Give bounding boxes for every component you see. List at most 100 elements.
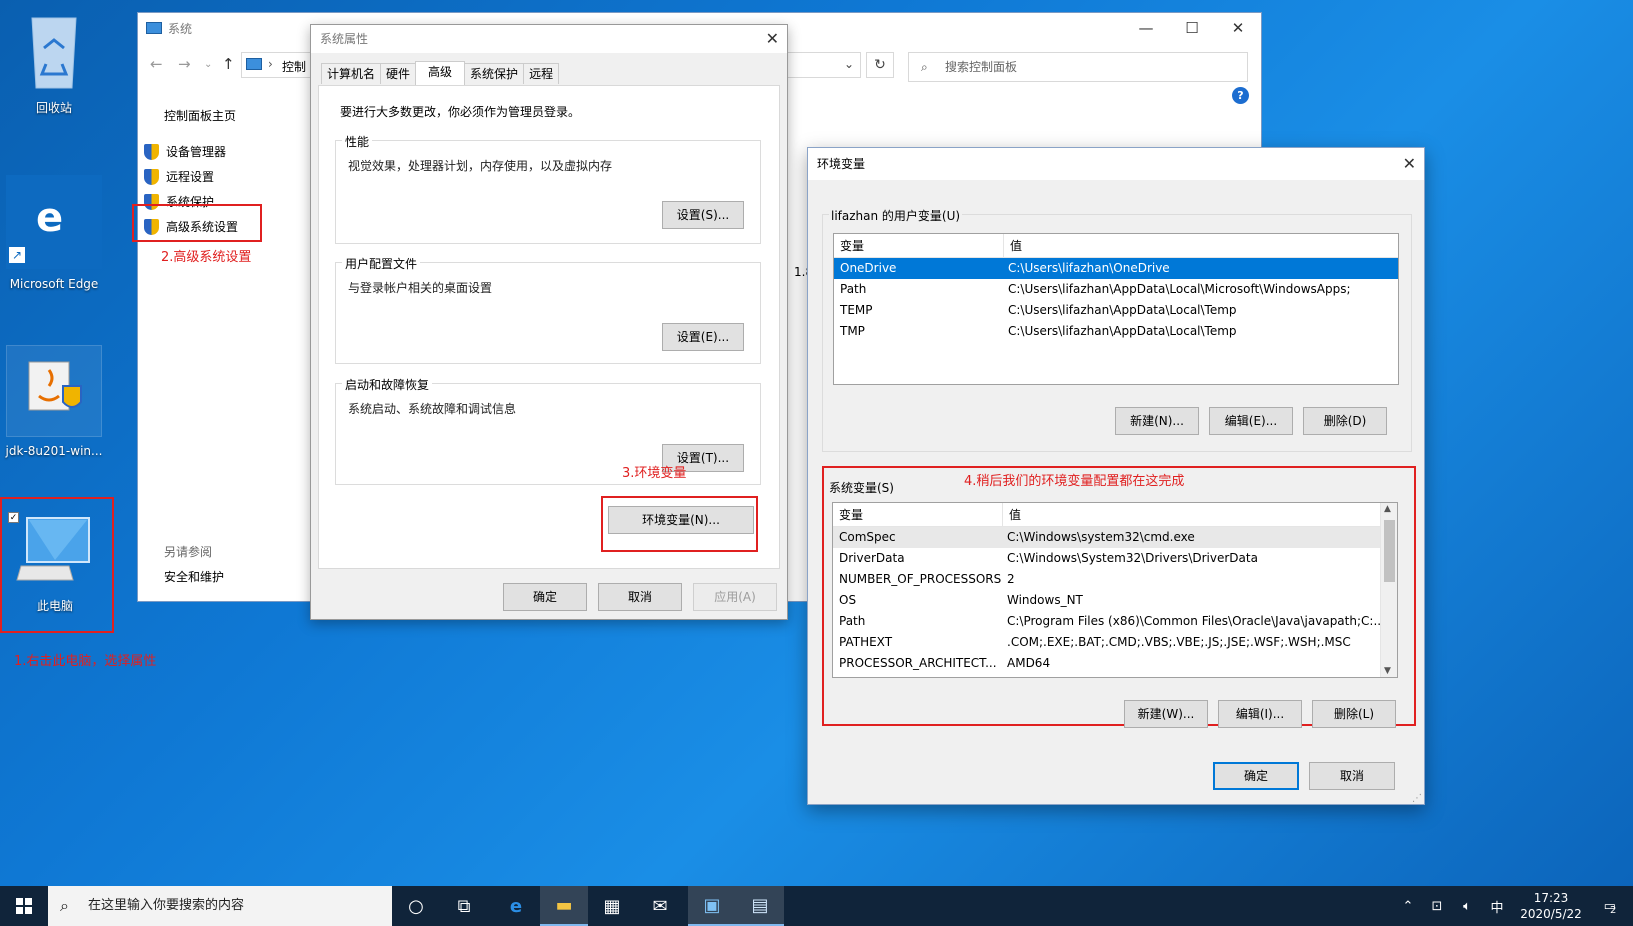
table-row[interactable]: Path C:\Program Files (x86)\Common Files… xyxy=(833,611,1380,632)
scroll-thumb[interactable] xyxy=(1384,520,1395,582)
forward-arrow-icon[interactable]: → xyxy=(178,55,191,73)
close-icon[interactable]: ✕ xyxy=(1403,154,1416,173)
column-header-variable[interactable]: 变量 xyxy=(834,234,1004,257)
table-row[interactable]: TMP C:\Users\lifazhan\AppData\Local\Temp xyxy=(834,321,1398,342)
address-dropdown-icon[interactable]: ⌄ xyxy=(844,57,854,71)
sidebar-item-device-manager[interactable]: 设备管理器 xyxy=(144,143,226,160)
advanced-settings-highlight-box xyxy=(132,204,262,242)
ok-button[interactable]: 确定 xyxy=(503,583,587,611)
variable-name: PROCESSOR_ARCHITECT... xyxy=(839,656,997,670)
control-panel-taskbar-icon[interactable]: ▣ xyxy=(688,886,736,926)
user-new-button[interactable]: 新建(N)... xyxy=(1115,407,1199,435)
user-delete-button[interactable]: 删除(D) xyxy=(1303,407,1387,435)
env-ok-button[interactable]: 确定 xyxy=(1213,762,1299,790)
table-row[interactable]: OS Windows_NT xyxy=(833,590,1380,611)
variable-name: TMP xyxy=(840,324,865,338)
user-profiles-group: 用户配置文件 与登录帐户相关的桌面设置 设置(E)... xyxy=(335,255,761,364)
clock-time: 17:23 xyxy=(1533,891,1569,905)
volume-icon[interactable]: 🔈︎ xyxy=(1454,886,1480,926)
column-header-variable[interactable]: 变量 xyxy=(833,503,1003,526)
search-icon: ⌕ xyxy=(60,896,69,915)
system-delete-button[interactable]: 删除(L) xyxy=(1312,700,1396,728)
mail-icon[interactable]: ✉ xyxy=(636,886,684,926)
scroll-up-icon[interactable]: ▲ xyxy=(1384,504,1391,514)
tab-system-protection[interactable]: 系统保护 xyxy=(464,63,525,84)
taskbar-search-input[interactable]: ⌕ 在这里输入你要搜索的内容 xyxy=(48,886,392,926)
properties-dialog-title: 系统属性 xyxy=(311,25,787,53)
clock[interactable]: 17:23 2020/5/22 xyxy=(1514,886,1588,926)
see-also-label: 另请参阅 xyxy=(164,545,213,559)
variable-value: C:\Users\lifazhan\AppData\Local\Temp xyxy=(1008,324,1237,338)
edge-taskbar-icon[interactable]: e xyxy=(492,886,540,926)
help-icon[interactable]: ? xyxy=(1232,87,1249,104)
maximize-button[interactable]: ☐ xyxy=(1169,13,1215,43)
close-icon[interactable]: ✕ xyxy=(766,29,779,48)
task-view-icon[interactable]: ⧉ xyxy=(440,886,488,926)
admin-note: 要进行大多数更改，你必须作为管理员登录。 xyxy=(340,105,581,119)
network-icon[interactable]: ⊡ xyxy=(1424,886,1450,926)
shortcut-arrow-icon: ↗ xyxy=(9,247,25,263)
up-arrow-icon[interactable]: ↑ xyxy=(222,55,235,73)
input-method-indicator[interactable]: 中 xyxy=(1484,886,1510,926)
sidebar-item-remote-settings[interactable]: 远程设置 xyxy=(144,168,214,185)
variable-value: C:\Windows\System32\Drivers\DriverData xyxy=(1007,551,1258,565)
tab-computer-name[interactable]: 计算机名 xyxy=(321,63,382,84)
table-row[interactable]: ComSpec C:\Windows\system32\cmd.exe xyxy=(833,527,1380,548)
column-header-value[interactable]: 值 xyxy=(1003,503,1021,526)
variable-value: C:\Windows\system32\cmd.exe xyxy=(1007,530,1195,544)
tab-remote[interactable]: 远程 xyxy=(523,63,560,84)
file-explorer-icon[interactable]: ▬ xyxy=(540,886,588,926)
tab-hardware[interactable]: 硬件 xyxy=(380,63,417,84)
system-variables-list[interactable]: 变量 值 ComSpec C:\Windows\system32\cmd.exe… xyxy=(832,502,1398,678)
user-variables-list[interactable]: 变量 值 OneDrive C:\Users\lifazhan\OneDrive… xyxy=(833,233,1399,385)
system-new-button[interactable]: 新建(W)... xyxy=(1124,700,1208,728)
table-row[interactable]: DriverData C:\Windows\System32\Drivers\D… xyxy=(833,548,1380,569)
table-row[interactable]: Path C:\Users\lifazhan\AppData\Local\Mic… xyxy=(834,279,1398,300)
resize-grip-icon[interactable]: ⋰ xyxy=(1412,793,1422,804)
table-row[interactable]: PROCESSOR_ARCHITECT... AMD64 xyxy=(833,653,1380,674)
recent-chevron-icon[interactable]: ⌄ xyxy=(204,59,212,70)
column-header-value[interactable]: 值 xyxy=(1004,234,1022,257)
annotation-step3: 3.环境变量 xyxy=(622,466,687,481)
edge-desktop-icon[interactable]: e ↗ xyxy=(6,175,102,269)
search-placeholder: 搜索控制面板 xyxy=(945,60,1018,74)
system-properties-taskbar-icon[interactable]: ▤ xyxy=(736,886,784,926)
store-icon[interactable]: ▦ xyxy=(588,886,636,926)
system-edit-button[interactable]: 编辑(I)... xyxy=(1218,700,1302,728)
minimize-button[interactable]: — xyxy=(1123,13,1169,43)
control-panel-search-input[interactable]: ⌕ 搜索控制面板 xyxy=(908,52,1248,82)
annotation-step4: 4.稍后我们的环境变量配置都在这完成 xyxy=(964,474,1185,489)
env-cancel-button[interactable]: 取消 xyxy=(1309,762,1395,790)
security-maintenance-link[interactable]: 安全和维护 xyxy=(164,568,224,585)
table-row[interactable]: TEMP C:\Users\lifazhan\AppData\Local\Tem… xyxy=(834,300,1398,321)
control-panel-home-link[interactable]: 控制面板主页 xyxy=(164,107,236,124)
tab-advanced[interactable]: 高级 xyxy=(415,61,466,85)
notification-center-icon[interactable]: ▭ 2 xyxy=(1592,886,1628,926)
variable-value: C:\Users\lifazhan\AppData\Local\Microsof… xyxy=(1008,282,1351,296)
user-edit-button[interactable]: 编辑(E)... xyxy=(1209,407,1293,435)
system-properties-dialog: 系统属性 ✕ 计算机名 硬件 高级 系统保护 远程 要进行大多数更改，你必须作为… xyxy=(310,24,788,620)
scroll-down-icon[interactable]: ▼ xyxy=(1384,666,1391,676)
user-profiles-settings-button[interactable]: 设置(E)... xyxy=(662,323,744,351)
variable-value: Windows_NT xyxy=(1007,593,1083,607)
show-hidden-icons[interactable]: ⌃ xyxy=(1396,886,1420,926)
refresh-button[interactable]: ↻ xyxy=(866,52,894,78)
windows-logo-icon xyxy=(16,898,32,914)
jdk-installer-desktop-icon[interactable] xyxy=(6,345,102,437)
recycle-bin-desktop-icon[interactable]: 回收站 xyxy=(8,8,100,116)
variable-value: 2 xyxy=(1007,572,1015,586)
jdk-label: jdk-8u201-win... xyxy=(5,444,103,458)
cancel-button[interactable]: 取消 xyxy=(598,583,682,611)
close-button[interactable]: ✕ xyxy=(1215,13,1261,43)
table-row[interactable]: NUMBER_OF_PROCESSORS 2 xyxy=(833,569,1380,590)
cortana-icon[interactable]: ○ xyxy=(392,886,440,926)
start-button[interactable] xyxy=(0,886,48,926)
system-variables-scrollbar[interactable]: ▲ ▼ xyxy=(1380,503,1397,677)
user-variables-title: lifazhan 的用户变量(U) xyxy=(829,207,963,224)
performance-group: 性能 视觉效果，处理器计划，内存使用，以及虚拟内存 设置(S)... xyxy=(335,133,761,244)
back-arrow-icon[interactable]: ← xyxy=(150,55,163,73)
environment-variables-dialog: 环境变量 ✕ lifazhan 的用户变量(U) 变量 值 OneDrive C… xyxy=(807,147,1425,805)
table-row[interactable]: PATHEXT .COM;.EXE;.BAT;.CMD;.VBS;.VBE;.J… xyxy=(833,632,1380,653)
performance-settings-button[interactable]: 设置(S)... xyxy=(662,201,744,229)
table-row[interactable]: OneDrive C:\Users\lifazhan\OneDrive xyxy=(834,258,1398,279)
